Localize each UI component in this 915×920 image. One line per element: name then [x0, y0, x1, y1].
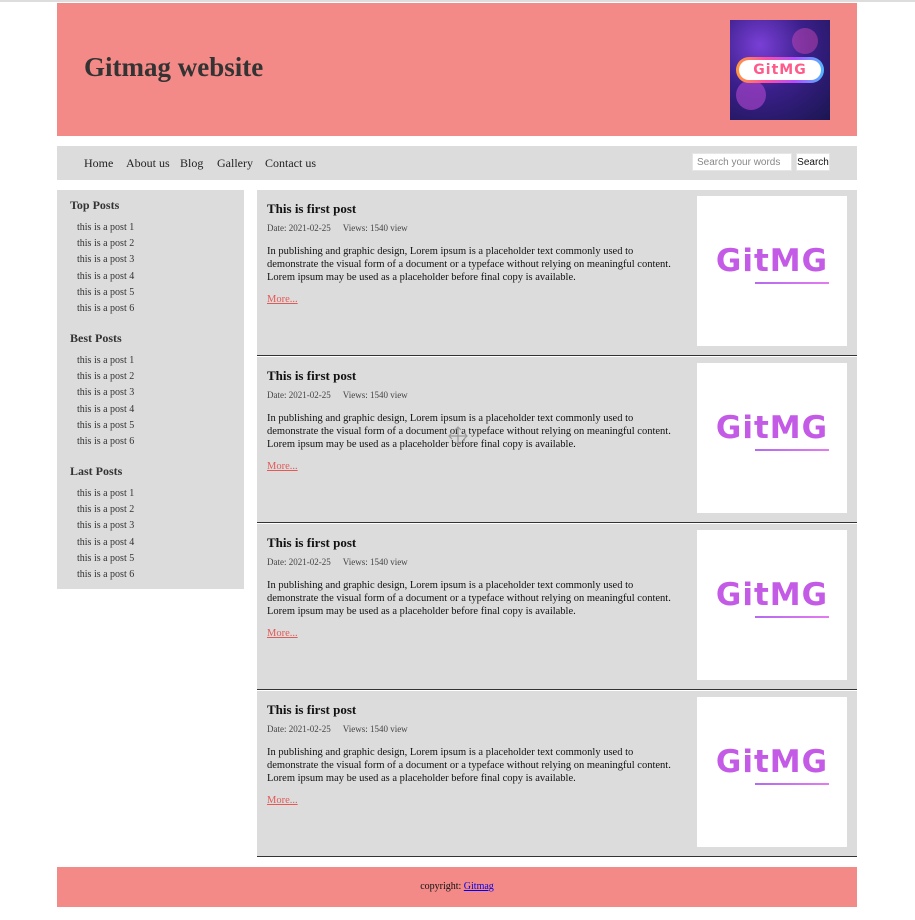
post-date: Date: 2021-02-25 [267, 557, 331, 567]
sidebar-link[interactable]: this is a post 6 [77, 434, 134, 450]
post-title[interactable]: This is first post [267, 702, 356, 718]
sidebar-link[interactable]: this is a post 4 [77, 402, 134, 418]
post-views: Views: 1540 view [342, 223, 408, 233]
post-thumbnail[interactable]: GitMG [697, 196, 847, 346]
post-excerpt: In publishing and graphic design, Lorem … [267, 747, 671, 784]
site-header: Gitmag website GitMG [57, 3, 857, 136]
post-meta: Date: 2021-02-25 Views: 1540 view [267, 723, 408, 735]
post-excerpt: In publishing and graphic design, Lorem … [267, 580, 671, 617]
logo-glow-right [792, 28, 818, 54]
post-card: This is first post Date: 2021-02-25 Views… [257, 691, 857, 857]
sidebar-section-last-posts: Last Posts this is a post 1 this is a po… [70, 464, 134, 583]
sidebar-link[interactable]: this is a post 4 [77, 269, 134, 285]
sidebar-link[interactable]: this is a post 6 [77, 301, 134, 317]
site-footer: copyright: Gitmag [57, 867, 857, 907]
thumbnail-logo-text: GitMG [715, 577, 829, 613]
sidebar-link[interactable]: this is a post 2 [77, 236, 134, 252]
sidebar: Top Posts this is a post 1 this is a pos… [57, 190, 244, 589]
sidebar-link[interactable]: this is a post 6 [77, 567, 134, 583]
post-meta: Date: 2021-02-25 Views: 1540 view [267, 389, 408, 401]
sidebar-link[interactable]: this is a post 5 [77, 418, 134, 434]
post-card: This is first post Date: 2021-02-25 Views… [257, 357, 857, 523]
sidebar-link[interactable]: this is a post 1 [77, 220, 134, 236]
post-thumbnail[interactable]: GitMG [697, 530, 847, 680]
read-more-link[interactable]: More... [267, 795, 298, 807]
thumbnail-underline [755, 449, 829, 451]
sidebar-link[interactable]: this is a post 5 [77, 551, 134, 567]
main-navigation: Home About us Blog Gallery Contact us Se… [57, 146, 857, 180]
post-views: Views: 1540 view [342, 724, 408, 734]
sidebar-link[interactable]: this is a post 4 [77, 535, 134, 551]
post-title[interactable]: This is first post [267, 368, 356, 384]
post-card: This is first post Date: 2021-02-25 Views… [257, 524, 857, 690]
post-date: Date: 2021-02-25 [267, 724, 331, 734]
sidebar-list: this is a post 1 this is a post 2 this i… [70, 353, 134, 450]
sidebar-heading: Last Posts [70, 464, 123, 478]
window-top-border [0, 0, 915, 2]
post-date: Date: 2021-02-25 [267, 223, 331, 233]
read-more-link[interactable]: More... [267, 628, 298, 640]
thumbnail-logo-text: GitMG [715, 410, 829, 446]
post-views: Views: 1540 view [342, 390, 408, 400]
sidebar-link[interactable]: this is a post 3 [77, 252, 134, 268]
site-logo[interactable]: GitMG [730, 20, 830, 120]
sidebar-list: this is a post 1 this is a post 2 this i… [70, 486, 134, 583]
search-input[interactable] [692, 153, 792, 171]
post-views: Views: 1540 view [342, 557, 408, 567]
logo-badge: GitMG [736, 57, 824, 83]
post-excerpt: In publishing and graphic design, Lorem … [267, 413, 671, 450]
read-more-link[interactable]: More... [267, 294, 298, 306]
site-title: Gitmag website [84, 52, 264, 82]
thumbnail-underline [755, 783, 829, 785]
read-more-link[interactable]: More... [267, 461, 298, 473]
post-meta: Date: 2021-02-25 Views: 1540 view [267, 222, 408, 234]
post-title[interactable]: This is first post [267, 535, 356, 551]
nav-item-about-us[interactable]: About us [126, 156, 170, 170]
logo-text: GitMG [739, 60, 821, 80]
thumbnail-underline [755, 616, 829, 618]
nav-item-blog[interactable]: Blog [180, 156, 203, 170]
move-cursor-icon [448, 426, 468, 446]
sidebar-link[interactable]: this is a post 2 [77, 502, 134, 518]
post-thumbnail[interactable]: GitMG [697, 697, 847, 847]
sidebar-section-best-posts: Best Posts this is a post 1 this is a po… [70, 331, 134, 450]
sidebar-link[interactable]: this is a post 3 [77, 385, 134, 401]
nav-item-contact-us[interactable]: Contact us [265, 156, 316, 170]
copyright-prefix: copyright: [420, 881, 464, 892]
sidebar-link[interactable]: this is a post 1 [77, 353, 134, 369]
post-card: This is first post Date: 2021-02-25 Views… [257, 190, 857, 356]
sidebar-heading: Top Posts [70, 198, 120, 212]
nav-item-gallery[interactable]: Gallery [217, 156, 253, 170]
sidebar-link[interactable]: this is a post 1 [77, 486, 134, 502]
post-thumbnail[interactable]: GitMG [697, 363, 847, 513]
post-title[interactable]: This is first post [267, 201, 356, 217]
copyright-text: copyright: Gitmag [420, 881, 494, 893]
thumbnail-logo-text: GitMG [715, 744, 829, 780]
search-button[interactable]: Search [796, 153, 830, 171]
thumbnail-underline [755, 282, 829, 284]
sidebar-heading: Best Posts [70, 331, 122, 345]
nav-item-home[interactable]: Home [84, 156, 113, 170]
sidebar-link[interactable]: this is a post 5 [77, 285, 134, 301]
sidebar-link[interactable]: this is a post 3 [77, 518, 134, 534]
logo-glow-left [736, 80, 766, 110]
post-date: Date: 2021-02-25 [267, 390, 331, 400]
post-meta: Date: 2021-02-25 Views: 1540 view [267, 556, 408, 568]
sidebar-link[interactable]: this is a post 2 [77, 369, 134, 385]
footer-gitmag-link[interactable]: Gitmag [464, 881, 494, 892]
thumbnail-logo-text: GitMG [715, 243, 829, 279]
post-excerpt: In publishing and graphic design, Lorem … [267, 246, 671, 283]
sidebar-section-top-posts: Top Posts this is a post 1 this is a pos… [70, 198, 134, 317]
sidebar-list: this is a post 1 this is a post 2 this i… [70, 220, 134, 317]
